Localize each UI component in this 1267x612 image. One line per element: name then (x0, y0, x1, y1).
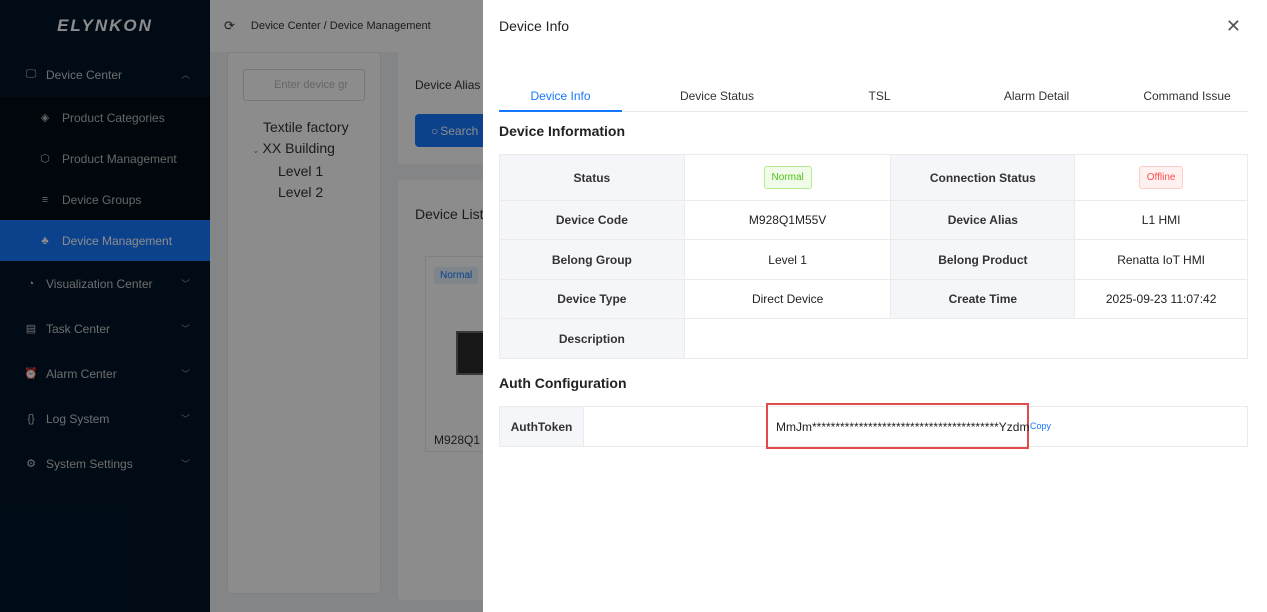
sidebar-overlay (0, 0, 210, 612)
tab-command-issue[interactable]: Command Issue (1126, 80, 1248, 111)
status-label: Status (499, 154, 685, 201)
drawer-title: Device Info (499, 18, 570, 34)
auth-token-value: MmJm************************************… (776, 420, 1030, 434)
auth-token-label: AuthToken (499, 406, 584, 447)
status-cell: Normal (683, 154, 892, 201)
copy-button[interactable]: Copy (1030, 421, 1051, 431)
device-information-heading: Device Information (499, 123, 626, 139)
belong-product-value: Renatta IoT HMI (1074, 239, 1248, 280)
connection-badge: Offline (1138, 166, 1184, 189)
close-icon[interactable]: ✕ (1226, 16, 1241, 37)
belong-group-value: Level 1 (683, 239, 892, 280)
create-time-label: Create Time (890, 279, 1076, 319)
belong-group-label: Belong Group (499, 239, 685, 280)
tab-tsl[interactable]: TSL (812, 80, 947, 111)
belong-product-label: Belong Product (890, 239, 1076, 280)
table-row: Device Code M928Q1M55V Device Alias L1 H… (499, 200, 1248, 240)
tab-device-status[interactable]: Device Status (622, 80, 812, 111)
auth-configuration-heading: Auth Configuration (499, 375, 627, 391)
table-row: Belong Group Level 1 Belong Product Rena… (499, 239, 1248, 280)
device-type-value: Direct Device (683, 279, 892, 319)
device-code-value: M928Q1M55V (683, 200, 892, 240)
status-badge: Normal (763, 166, 812, 189)
device-info-table: Status Normal Connection Status Offline … (499, 154, 1249, 359)
description-label: Description (499, 318, 685, 359)
device-info-drawer: Device Info ✕ Device Info Device Status … (483, 0, 1267, 612)
device-code-label: Device Code (499, 200, 685, 240)
connection-status-label: Connection Status (890, 154, 1076, 201)
device-alias-label: Device Alias (890, 200, 1076, 240)
create-time-value: 2025-09-23 11:07:42 (1074, 279, 1248, 319)
tab-alarm-detail[interactable]: Alarm Detail (947, 80, 1126, 111)
sidebar: ELYNKON 🖵 Device Center ︿ ◈ Product Cate… (0, 0, 210, 612)
device-type-label: Device Type (499, 279, 685, 319)
drawer-tabs: Device Info Device Status TSL Alarm Deta… (499, 80, 1248, 112)
device-alias-value: L1 HMI (1074, 200, 1248, 240)
description-value (683, 318, 1249, 359)
table-row: Device Type Direct Device Create Time 20… (499, 279, 1248, 319)
table-row: Description (499, 318, 1249, 359)
drawer-header: Device Info ✕ (483, 0, 1267, 52)
tab-device-info[interactable]: Device Info (499, 80, 622, 112)
connection-status-cell: Offline (1074, 154, 1248, 201)
table-row: Status Normal Connection Status Offline (499, 154, 1248, 201)
